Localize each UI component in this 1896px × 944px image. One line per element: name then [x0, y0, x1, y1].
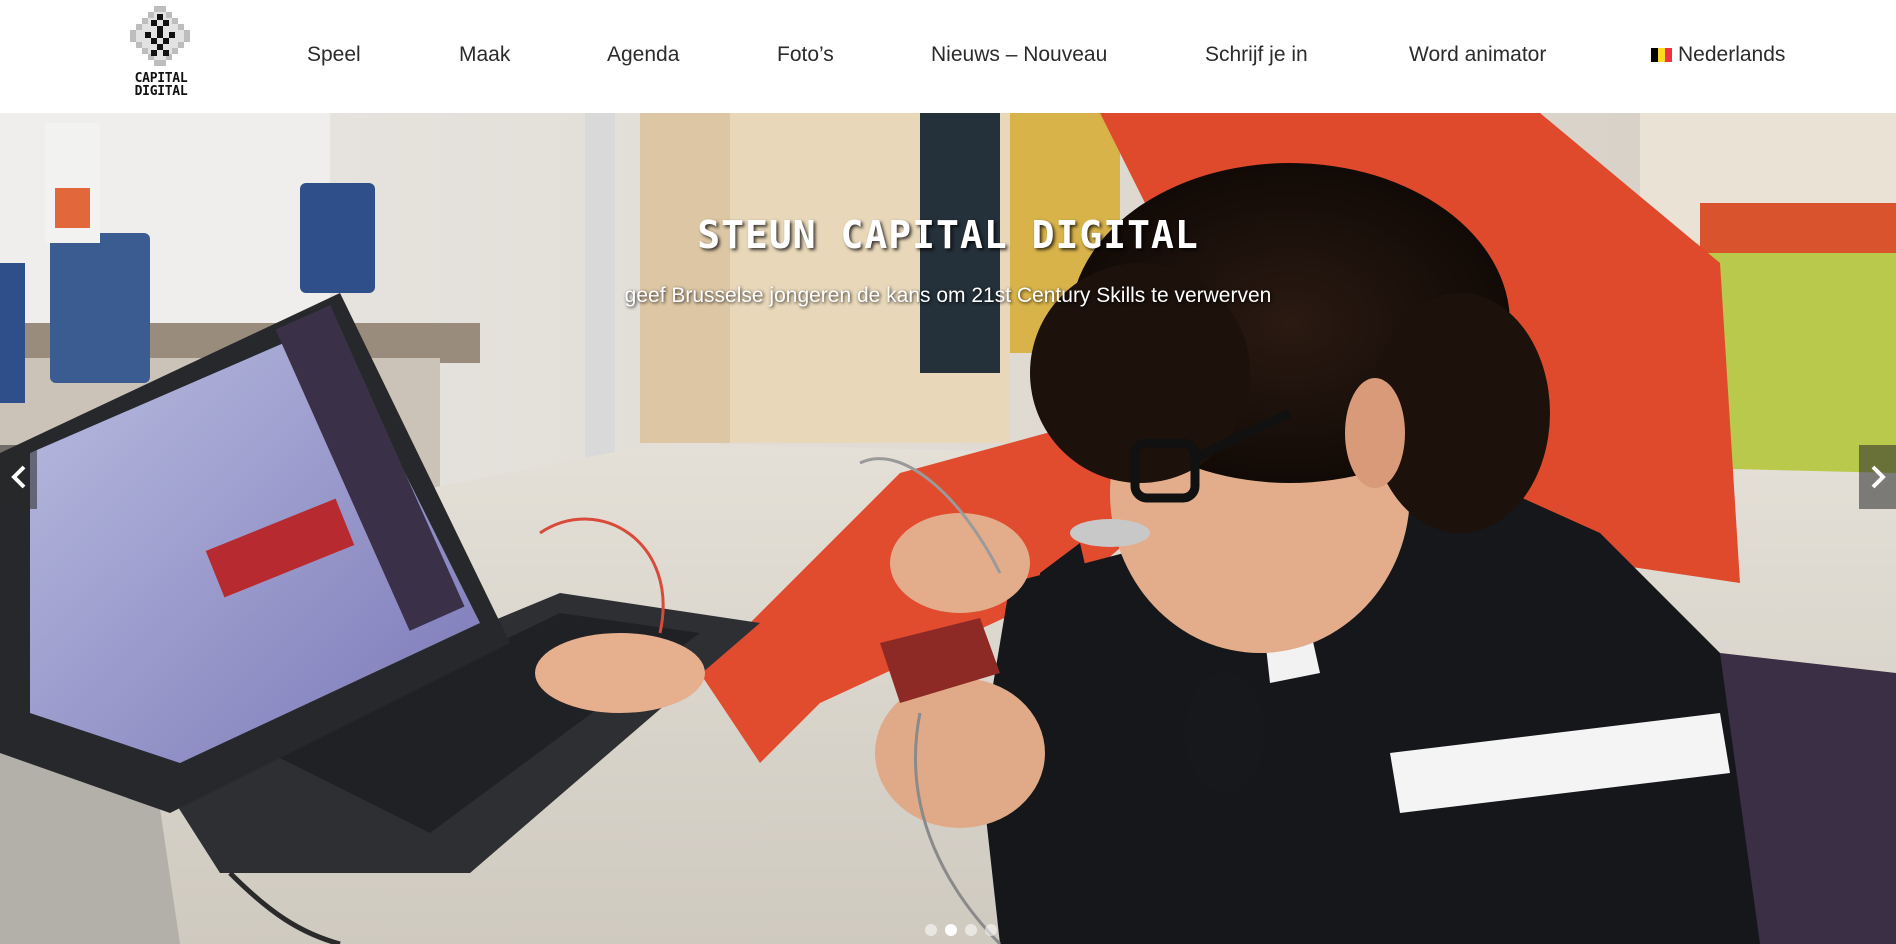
hero-subtitle: geef Brusselse jongeren de kans om 21st …	[624, 284, 1272, 307]
carousel-next-button[interactable]	[1859, 445, 1896, 509]
language-selector[interactable]: Nederlands	[1651, 40, 1785, 70]
language-label: Nederlands	[1678, 43, 1786, 66]
carousel-dot-active[interactable]	[945, 924, 957, 936]
nav-item-fotos[interactable]: Foto’s	[777, 40, 834, 70]
carousel-dot[interactable]	[925, 924, 937, 936]
nav-item-maak[interactable]: Maak	[459, 40, 510, 70]
nav-item-agenda[interactable]: Agenda	[607, 40, 679, 70]
nav-item-nieuws[interactable]: Nieuws – Nouveau	[931, 40, 1107, 70]
nav-item-speel[interactable]: Speel	[307, 40, 361, 70]
site-header: CAPITAL DIGITAL Speel Maak Agenda Foto’s…	[0, 0, 1896, 113]
hero-carousel: STEUN CAPITAL DIGITAL geef Brusselse jon…	[0, 113, 1896, 944]
chevron-right-icon	[1871, 465, 1886, 489]
carousel-indicators	[925, 924, 997, 938]
hero-title: STEUN CAPITAL DIGITAL	[697, 213, 1199, 257]
nav-item-word-animator[interactable]: Word animator	[1409, 40, 1546, 70]
carousel-prev-button[interactable]	[0, 445, 37, 509]
belgium-flag-icon	[1651, 48, 1672, 62]
carousel-dot[interactable]	[985, 924, 997, 936]
chevron-left-icon	[10, 465, 25, 489]
nav-item-schrijf-je-in[interactable]: Schrijf je in	[1205, 40, 1308, 70]
main-nav: Speel Maak Agenda Foto’s Nieuws – Nouvea…	[0, 0, 1896, 113]
carousel-dot[interactable]	[965, 924, 977, 936]
